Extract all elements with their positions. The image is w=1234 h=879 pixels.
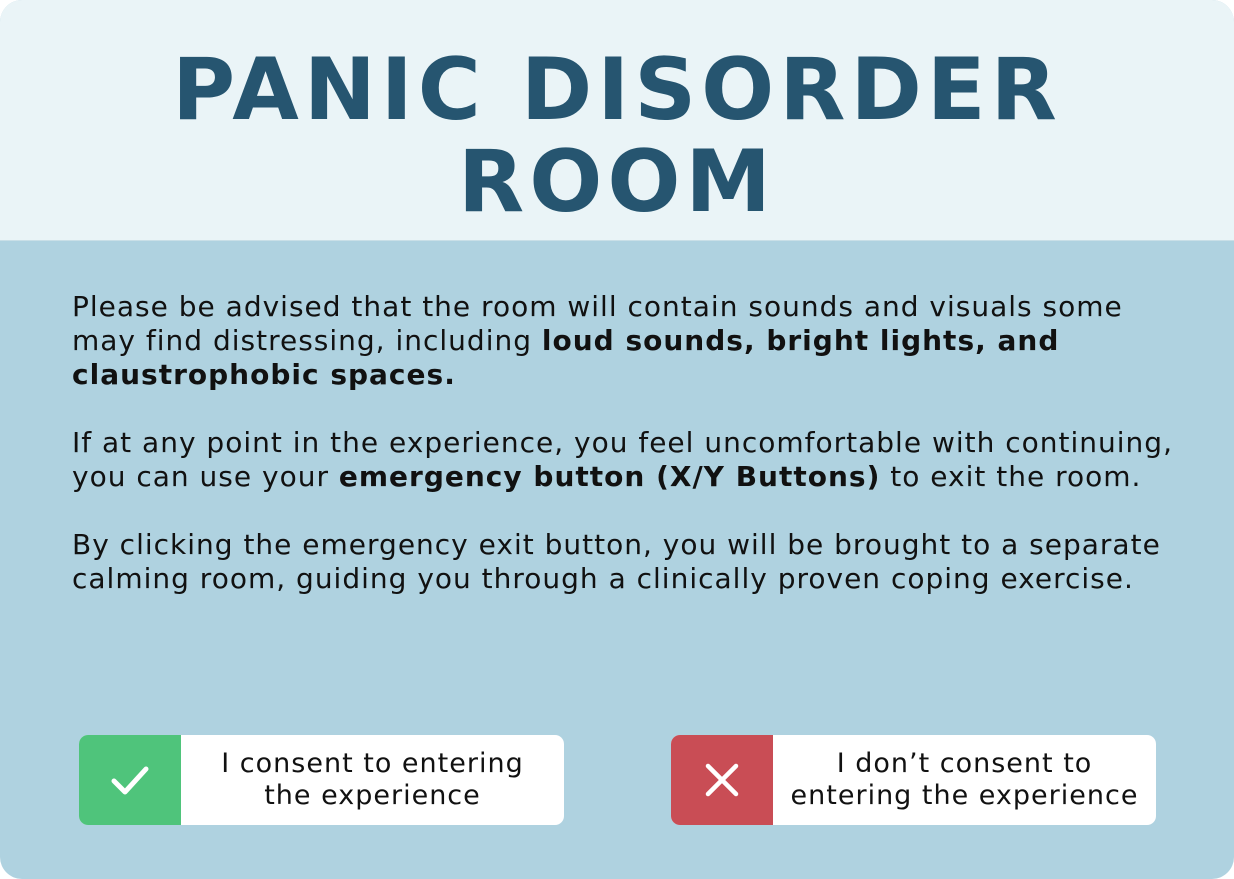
consent-badge [79,735,181,825]
emergency-button-end: to exit the room. [880,460,1142,493]
title-line-1: PANIC DISORDER [172,40,1062,140]
calming-room-paragraph: By clicking the emergency exit button, y… [72,528,1182,596]
consent-button[interactable]: I consent to entering the experience [79,735,564,825]
consent-label: I consent to entering the experience [221,748,524,811]
header-banner: PANIC DISORDER ROOM [0,0,1234,241]
warning-text: Please be advised that the room will con… [72,290,1182,630]
decline-button[interactable]: I don’t consent to entering the experien… [671,735,1156,825]
page-title: PANIC DISORDER ROOM [0,44,1234,228]
consent-card: PANIC DISORDER ROOM Please be advised th… [0,0,1234,879]
emergency-button-paragraph: If at any point in the experience, you f… [72,426,1182,494]
calming-room-text: By clicking the emergency exit button, y… [72,528,1161,595]
decline-label: I don’t consent to entering the experien… [790,748,1139,811]
emergency-button-highlight: emergency button (X/Y Buttons) [338,460,881,493]
title-line-2: ROOM [457,132,777,232]
decline-badge [671,735,773,825]
content-warning-end: . [444,358,456,391]
content-warning-paragraph: Please be advised that the room will con… [72,290,1182,392]
